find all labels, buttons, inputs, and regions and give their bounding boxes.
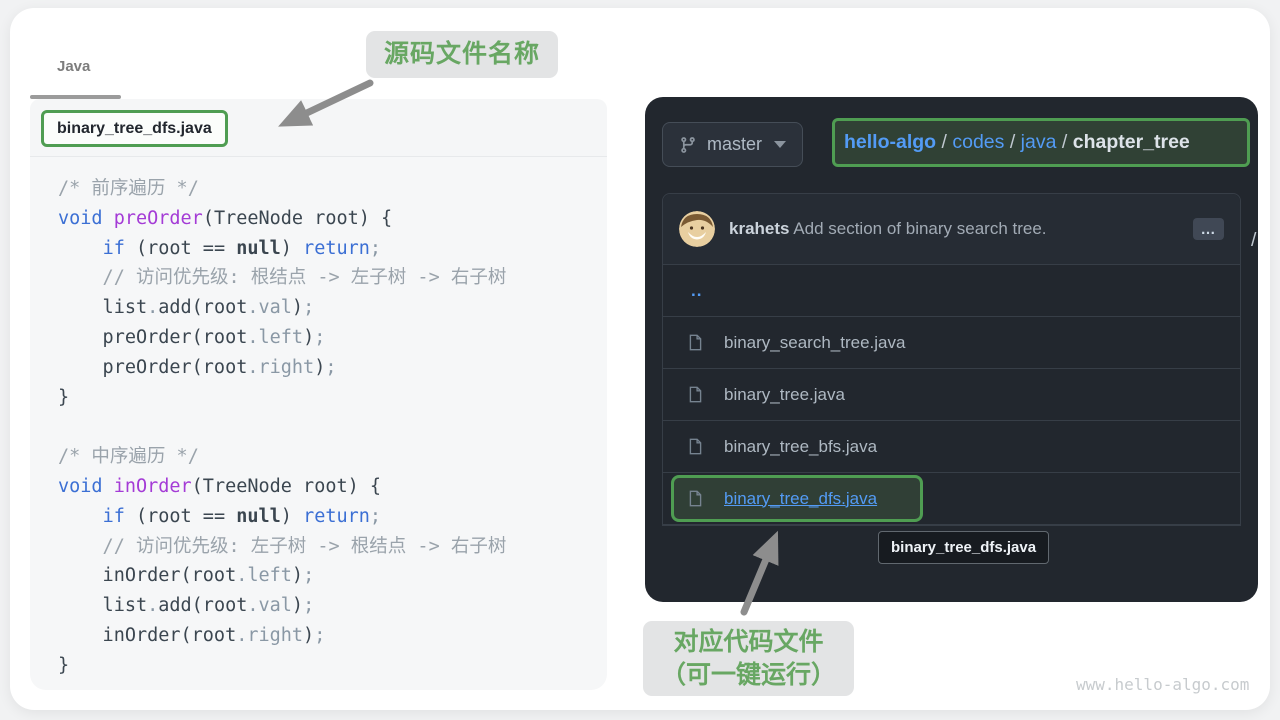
code-line: if (root == null) return; bbox=[58, 502, 607, 532]
annotation-code-file: 对应代码文件 （可一键运行） bbox=[643, 621, 854, 696]
file-row-binary_tree_bfs.java[interactable]: binary_tree_bfs.java bbox=[663, 421, 1240, 473]
highlight-box[interactable]: binary_tree_dfs.java bbox=[671, 475, 923, 522]
file-icon bbox=[687, 489, 704, 508]
annotation-source-filename: 源码文件名称 bbox=[366, 31, 558, 78]
source-filename-badge: binary_tree_dfs.java bbox=[41, 110, 228, 147]
breadcrumb-hello-algo[interactable]: hello-algo bbox=[844, 131, 936, 154]
tab-java[interactable]: Java bbox=[57, 58, 90, 75]
commit-message: krahets Add section of binary search tre… bbox=[729, 219, 1181, 239]
file-name-link[interactable]: binary_tree_dfs.java bbox=[724, 489, 877, 509]
commit-more-button[interactable]: … bbox=[1193, 218, 1224, 240]
code-line: preOrder(root.right); bbox=[58, 353, 607, 383]
code-block: /* 前序遍历 */void preOrder(TreeNode root) {… bbox=[30, 157, 607, 690]
code-line: void inOrder(TreeNode root) { bbox=[58, 472, 607, 502]
code-line: list.add(root.val); bbox=[58, 293, 607, 323]
git-branch-icon bbox=[679, 136, 697, 154]
code-line: list.add(root.val); bbox=[58, 591, 607, 621]
file-icon bbox=[687, 385, 704, 404]
code-line: preOrder(root.left); bbox=[58, 323, 607, 353]
breadcrumb-codes[interactable]: codes bbox=[952, 131, 1004, 154]
breadcrumb-java[interactable]: java bbox=[1021, 131, 1057, 154]
code-line: /* 中序遍历 */ bbox=[58, 442, 607, 472]
breadcrumb-trailing-slash: / bbox=[1251, 229, 1256, 252]
code-line: if (root == null) return; bbox=[58, 234, 607, 264]
commit-message-text[interactable]: Add section of binary search tree. bbox=[793, 219, 1046, 238]
file-name-link[interactable]: binary_tree.java bbox=[724, 385, 845, 405]
parent-dir-link[interactable]: .. bbox=[691, 281, 702, 301]
annotation-code-file-line2: （可一键运行） bbox=[643, 659, 854, 692]
file-name-link[interactable]: binary_search_tree.java bbox=[724, 333, 905, 353]
code-line: } bbox=[58, 383, 607, 413]
file-name-link[interactable]: binary_tree_bfs.java bbox=[724, 437, 877, 457]
site-watermark: www.hello-algo.com bbox=[1076, 675, 1249, 694]
chevron-down-icon bbox=[774, 141, 786, 148]
branch-selector-button[interactable]: master bbox=[662, 122, 803, 167]
file-table: krahets Add section of binary search tre… bbox=[662, 193, 1241, 526]
code-line: /* 前序遍历 */ bbox=[58, 174, 607, 204]
latest-commit-row: krahets Add section of binary search tre… bbox=[663, 194, 1240, 265]
figure-canvas: Java binary_tree_dfs.java /* 前序遍历 */void… bbox=[0, 0, 1280, 720]
code-line: inOrder(root.right); bbox=[58, 621, 607, 651]
commit-author-link[interactable]: krahets bbox=[729, 219, 789, 238]
breadcrumb: hello-algo / codes / java / chapter_tree bbox=[832, 118, 1250, 167]
code-line: // 访问优先级: 根结点 -> 左子树 -> 右子树 bbox=[58, 263, 607, 293]
code-line bbox=[58, 412, 607, 442]
breadcrumb-chapter_tree: chapter_tree bbox=[1073, 131, 1190, 154]
file-list: .. binary_search_tree.java binary_tree.jav… bbox=[663, 265, 1240, 525]
breadcrumb-separator: / bbox=[936, 131, 952, 154]
code-line: // 访问优先级: 左子树 -> 根结点 -> 右子树 bbox=[58, 532, 607, 562]
code-line: void preOrder(TreeNode root) { bbox=[58, 204, 607, 234]
code-line: inOrder(root.left); bbox=[58, 561, 607, 591]
file-row-binary_tree.java[interactable]: binary_tree.java bbox=[663, 369, 1240, 421]
editor-header: binary_tree_dfs.java bbox=[30, 99, 607, 157]
file-row-binary_search_tree.java[interactable]: binary_search_tree.java bbox=[663, 317, 1240, 369]
file-icon bbox=[687, 437, 704, 456]
annotation-code-file-line1: 对应代码文件 bbox=[643, 626, 854, 659]
breadcrumb-separator: / bbox=[1056, 131, 1072, 154]
file-icon bbox=[687, 333, 704, 352]
code-line: } bbox=[58, 651, 607, 681]
file-row-parent-dir[interactable]: .. bbox=[663, 265, 1240, 317]
avatar[interactable] bbox=[679, 211, 715, 247]
file-row-binary_tree_dfs.java[interactable]: binary_tree_dfs.java bbox=[663, 473, 1240, 525]
branch-name: master bbox=[707, 134, 762, 155]
github-browser-panel: master hello-algo / codes / java / chapt… bbox=[645, 97, 1258, 602]
file-tooltip: binary_tree_dfs.java bbox=[878, 531, 1049, 564]
breadcrumb-separator: / bbox=[1004, 131, 1020, 154]
